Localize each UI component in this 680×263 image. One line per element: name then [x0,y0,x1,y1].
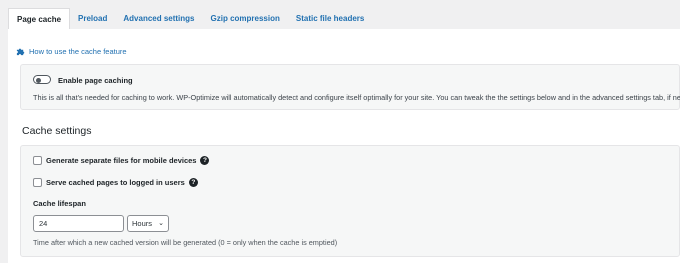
cache-lifespan-hint: Time after which a new cached version wi… [33,238,338,247]
mobile-files-checkbox[interactable] [33,156,42,165]
tab-bar: Page cache Preload Advanced settings Gzi… [8,8,372,30]
howto-link[interactable]: How to use the cache feature [16,47,127,56]
toggle-knob [36,77,41,83]
logged-in-users-row: Serve cached pages to logged in users ? [46,178,198,187]
mobile-files-row: Generate separate files for mobile devic… [46,156,210,165]
puzzle-piece-icon [16,48,25,56]
tab-advanced-settings[interactable]: Advanced settings [115,8,202,30]
mobile-files-label: Generate separate files for mobile devic… [46,156,197,165]
tab-preload[interactable]: Preload [70,8,115,30]
tab-gzip-compression[interactable]: Gzip compression [203,8,288,30]
enable-caching-description: This is all that's needed for caching to… [33,93,680,102]
cache-lifespan-input[interactable]: 24 [33,215,124,232]
tab-page-cache[interactable]: Page cache [8,8,71,30]
cache-lifespan-unit-select[interactable]: Hours ⌄ [127,215,169,232]
howto-link-text[interactable]: How to use the cache feature [29,47,127,56]
enable-caching-label: Enable page caching [58,76,133,85]
tab-static-file-headers[interactable]: Static file headers [288,8,372,30]
cache-lifespan-unit-value: Hours [132,219,153,228]
question-circle-icon[interactable]: ? [188,178,198,187]
logged-in-users-label: Serve cached pages to logged in users [46,178,185,187]
logged-in-users-checkbox[interactable] [33,178,42,187]
question-circle-icon[interactable]: ? [200,156,210,165]
chevron-down-icon: ⌄ [158,220,164,227]
enable-caching-toggle[interactable] [33,75,51,84]
enable-caching-box [20,64,680,110]
cache-lifespan-label: Cache lifespan [33,199,86,208]
cache-settings-title: Cache settings [22,125,92,137]
